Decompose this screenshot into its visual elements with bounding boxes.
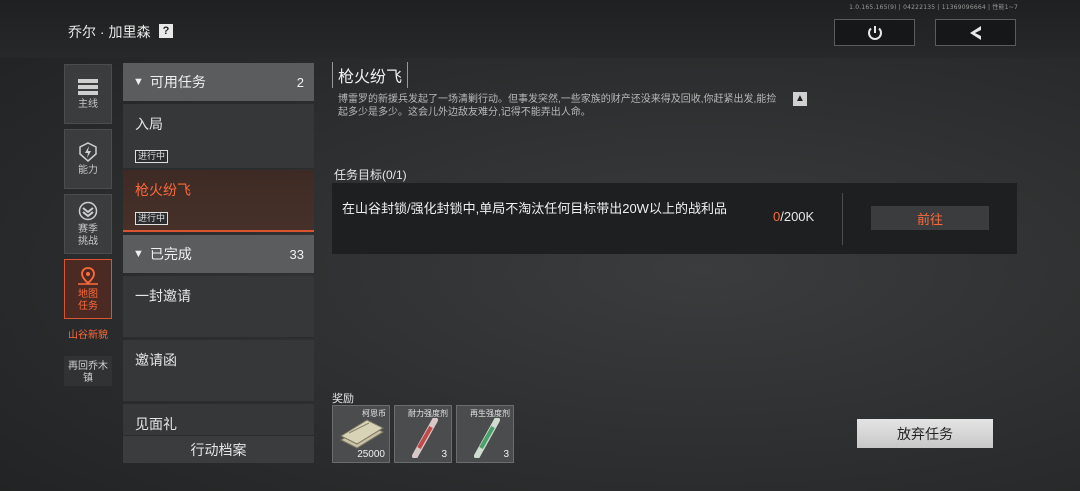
- rail-label: 主线: [78, 98, 98, 110]
- mission-description: 博雷罗的新援兵发起了一场清剿行动。但事发突然,一些家族的财产还没来得及回收,你赶…: [338, 94, 777, 118]
- power-button[interactable]: [834, 19, 915, 46]
- completed-title: 已完成: [149, 246, 192, 262]
- list-item[interactable]: 一封邀请: [123, 276, 314, 338]
- available-header[interactable]: ▼ 可用任务 2: [123, 63, 314, 101]
- rail-item-map-tasks[interactable]: 地图 任务: [64, 259, 112, 319]
- rail-sub-valley[interactable]: 山谷新貌: [64, 330, 112, 342]
- goto-button[interactable]: 前往: [871, 206, 989, 230]
- map-pin-icon: [78, 266, 98, 285]
- green-syringe-icon: [474, 418, 500, 458]
- reward-name: 再生强度剂: [470, 409, 510, 418]
- reward-item-regen[interactable]: 再生强度剂 3: [456, 405, 514, 463]
- status-badge: 进行中: [135, 212, 169, 225]
- rail-label: 能力: [78, 164, 98, 176]
- rail-item-main[interactable]: 主线: [64, 64, 112, 124]
- quest-name: 一封邀请: [135, 288, 191, 304]
- help-icon[interactable]: ?: [159, 24, 173, 38]
- status-badge: 进行中: [135, 150, 169, 163]
- rail-item-ability[interactable]: 能力: [64, 129, 112, 189]
- player-name: 乔尔 · 加里森: [68, 24, 151, 40]
- quest-name: 入局: [135, 116, 163, 132]
- quest-name: 见面礼: [135, 416, 177, 432]
- reward-item-stamina[interactable]: 耐力强度剂 3: [394, 405, 452, 463]
- mission-title: 枪火纷飞: [332, 62, 409, 88]
- available-title: 可用任务: [149, 74, 206, 90]
- quest-name: 邀请函: [135, 352, 177, 368]
- list-icon: [78, 78, 98, 95]
- divider: [842, 193, 843, 245]
- red-syringe-icon: [412, 418, 438, 458]
- rail-item-season[interactable]: 赛季 挑战: [64, 194, 112, 254]
- rail-sub-town[interactable]: 再回乔木镇: [64, 361, 112, 385]
- completed-count: 33: [289, 246, 304, 262]
- list-item-gunfire[interactable]: 枪火纷飞 进行中: [123, 170, 314, 232]
- objective-progress: 0/200K: [773, 209, 814, 224]
- reward-name: 耐力强度剂: [408, 409, 448, 418]
- reward-label: 奖励: [332, 393, 354, 405]
- completed-header[interactable]: ▼ 已完成 33: [123, 235, 314, 273]
- abandon-mission-button[interactable]: 放弃任务: [857, 419, 993, 448]
- reward-name: 柯恩币: [362, 409, 386, 418]
- available-count: 2: [296, 74, 304, 90]
- quest-name: 枪火纷飞: [135, 182, 191, 198]
- rail-label: 地图 任务: [78, 288, 98, 312]
- back-button[interactable]: [935, 19, 1016, 46]
- version-info: 1.0.165.165(9) | 04222135 | 11369096664 …: [849, 4, 1018, 11]
- lightning-shield-icon: [79, 141, 97, 162]
- objective-text: 在山谷封锁/强化封锁中,单局不淘汰任何目标带出20W以上的战利品: [342, 201, 727, 216]
- power-icon: [867, 25, 882, 40]
- collapse-triangle-icon: ▼: [133, 248, 144, 260]
- cash-stack-icon: [339, 419, 385, 449]
- collapse-triangle-icon: ▼: [133, 76, 144, 88]
- archive-button[interactable]: 行动档案: [123, 436, 314, 463]
- collapse-up-icon[interactable]: ▲: [793, 92, 807, 106]
- progress-total: /200K: [780, 209, 815, 224]
- rail-label: 赛季 挑战: [78, 223, 98, 247]
- reward-qty: 3: [503, 449, 509, 460]
- list-item[interactable]: 邀请函: [123, 340, 314, 402]
- reward-item-cash[interactable]: 柯恩币 25000: [332, 405, 390, 463]
- list-item[interactable]: 见面礼: [123, 404, 314, 436]
- list-item-entry[interactable]: 入局 进行中: [123, 104, 314, 169]
- objective-label: 任务目标(0/1): [334, 168, 407, 182]
- chevron-badge-icon: [78, 201, 98, 220]
- back-arrow-icon: [969, 25, 981, 40]
- reward-qty: 25000: [357, 449, 385, 460]
- reward-qty: 3: [441, 449, 447, 460]
- objective-panel: 在山谷封锁/强化封锁中,单局不淘汰任何目标带出20W以上的战利品 0/200K …: [332, 183, 1017, 254]
